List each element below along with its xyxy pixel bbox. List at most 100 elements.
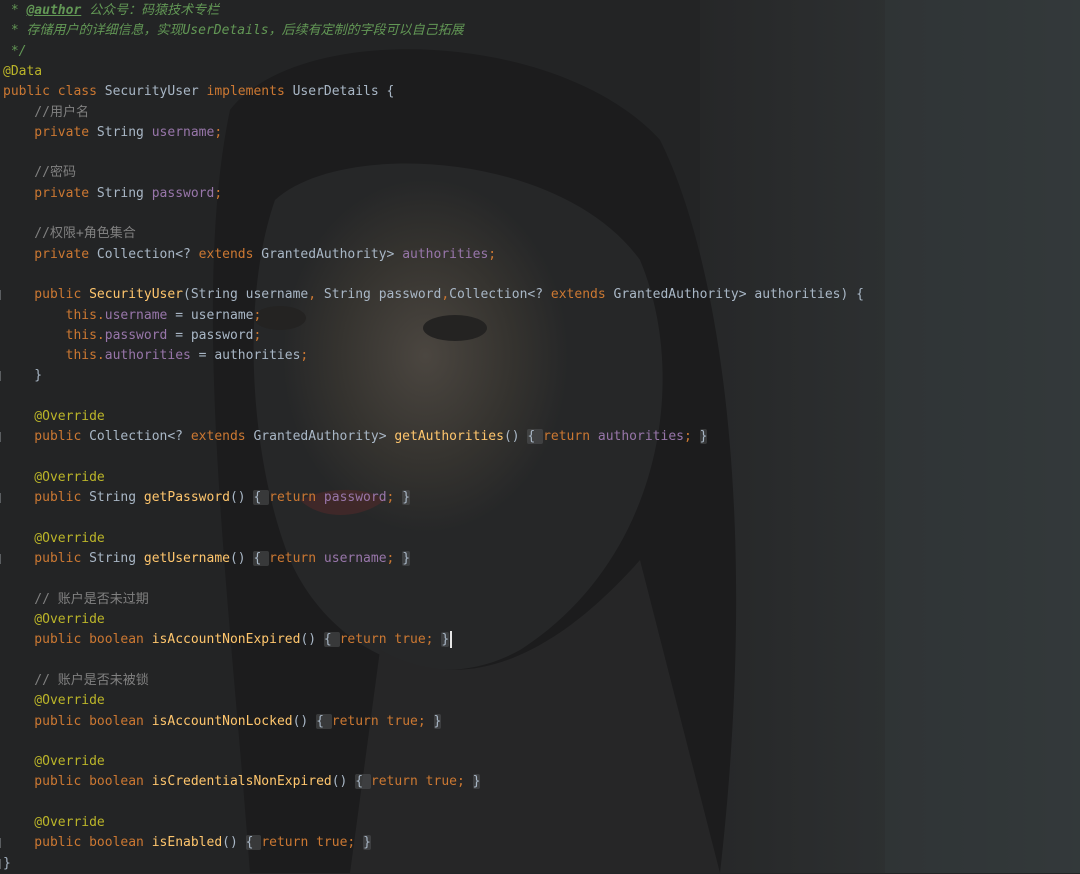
code-line[interactable]: private String username; bbox=[3, 123, 222, 143]
fold-marker[interactable] bbox=[0, 493, 4, 504]
code-line[interactable]: } bbox=[0, 366, 43, 386]
code-token: Collection<? bbox=[449, 287, 551, 303]
code-token: isCredentialsNonExpired bbox=[151, 774, 332, 790]
code-line[interactable]: @Override bbox=[3, 529, 104, 549]
code-token: * bbox=[3, 3, 27, 18]
code-token: username bbox=[104, 307, 168, 323]
code-token: () bbox=[222, 835, 246, 851]
code-line[interactable]: public Collection<? extends GrantedAutho… bbox=[0, 427, 708, 447]
code-token: () bbox=[331, 774, 356, 790]
code-token: return true; bbox=[331, 713, 434, 729]
code-token: ; bbox=[214, 124, 223, 140]
code-token: public boolean bbox=[3, 713, 152, 729]
code-token: (String username bbox=[183, 287, 309, 303]
code-editor[interactable]: * @author 公众号：码猿技术专栏 * 存储用户的详细信息，实现UserD… bbox=[0, 0, 1080, 873]
code-token: () bbox=[503, 429, 528, 445]
code-token: //用户名 bbox=[3, 104, 89, 120]
code-line[interactable]: // 账户是否未被锁 bbox=[3, 671, 149, 691]
code-token: String bbox=[96, 185, 152, 201]
code-token: extends bbox=[190, 429, 254, 445]
code-token: getUsername bbox=[143, 551, 230, 567]
code-token: { bbox=[316, 713, 332, 729]
code-line[interactable]: @Data bbox=[3, 62, 42, 82]
code-line[interactable]: public boolean isAccountNonLocked() { re… bbox=[3, 712, 442, 732]
code-token: this. bbox=[3, 307, 105, 323]
code-token: public boolean bbox=[3, 632, 152, 648]
code-token: ; bbox=[300, 348, 309, 364]
code-token: extends bbox=[550, 287, 614, 303]
code-line[interactable]: public class SecurityUser implements Use… bbox=[3, 82, 394, 102]
code-line[interactable]: public boolean isCredentialsNonExpired()… bbox=[3, 772, 481, 792]
code-line[interactable]: private String password; bbox=[3, 184, 222, 204]
code-token: * 存储用户的详细信息，实现UserDetails，后续有定制的字段可以自己拓展 bbox=[3, 23, 464, 39]
code-line[interactable]: this.password = password; bbox=[3, 326, 262, 346]
code-token: public class bbox=[3, 84, 105, 100]
code-token: } bbox=[3, 368, 43, 384]
code-line[interactable]: @Override bbox=[3, 610, 104, 630]
text-caret bbox=[450, 631, 452, 649]
code-line[interactable]: */ bbox=[3, 42, 27, 62]
code-token: return bbox=[269, 551, 324, 567]
code-token: extends bbox=[198, 246, 262, 262]
code-token: } bbox=[3, 855, 11, 871]
code-line[interactable]: this.username = username; bbox=[3, 306, 262, 326]
code-line[interactable]: @Override bbox=[3, 813, 104, 833]
code-token: = authorities bbox=[190, 348, 301, 364]
code-line[interactable]: public String getUsername() { return use… bbox=[0, 549, 411, 569]
code-line[interactable]: private Collection<? extends GrantedAuth… bbox=[3, 245, 496, 265]
code-line[interactable]: this.authorities = authorities; bbox=[3, 346, 309, 366]
code-token: { bbox=[527, 429, 544, 445]
code-token: @Override bbox=[3, 409, 105, 424]
code-token: GrantedAuthority> bbox=[253, 429, 395, 445]
code-line[interactable]: public String getPassword() { return pas… bbox=[0, 488, 411, 508]
code-token: @Override bbox=[3, 693, 105, 709]
code-token: isEnabled bbox=[151, 835, 223, 851]
code-token: () bbox=[229, 551, 254, 567]
code-line[interactable]: //用户名 bbox=[3, 103, 89, 123]
code-line[interactable]: // 账户是否未过期 bbox=[3, 590, 149, 610]
code-token: } bbox=[402, 490, 411, 506]
code-token: } bbox=[472, 774, 481, 790]
code-token: String bbox=[89, 551, 144, 567]
code-line[interactable]: @Override bbox=[3, 752, 104, 772]
code-line[interactable]: public boolean isEnabled() { return true… bbox=[0, 833, 371, 853]
code-token: @Data bbox=[3, 63, 43, 79]
code-token: implements bbox=[206, 84, 293, 100]
code-line[interactable]: * 存储用户的详细信息，实现UserDetails，后续有定制的字段可以自己拓展 bbox=[3, 21, 464, 41]
code-line[interactable]: //权限+角色集合 bbox=[3, 224, 136, 244]
code-token: Collection<? bbox=[96, 246, 199, 262]
code-token: 公众号：码猿技术专栏 bbox=[81, 3, 220, 18]
code-line[interactable]: public SecurityUser(String username, Str… bbox=[0, 285, 864, 305]
fold-marker[interactable] bbox=[0, 371, 4, 382]
code-token: @author bbox=[26, 3, 82, 18]
code-token: = password bbox=[167, 327, 254, 343]
code-token: ; bbox=[253, 307, 262, 323]
fold-marker[interactable] bbox=[0, 554, 4, 565]
code-token: return true; bbox=[339, 632, 442, 648]
code-line[interactable]: } bbox=[0, 854, 11, 874]
code-token: public bbox=[3, 490, 90, 506]
code-line[interactable]: * @author 公众号：码猿技术专栏 bbox=[3, 1, 219, 21]
code-line[interactable]: //密码 bbox=[3, 163, 76, 183]
code-line[interactable]: @Override bbox=[3, 468, 104, 488]
code-token: ; bbox=[214, 185, 223, 201]
code-token: } bbox=[441, 632, 450, 648]
code-token: , bbox=[441, 287, 450, 303]
code-token: return true; bbox=[370, 774, 473, 790]
code-token: //密码 bbox=[3, 165, 76, 181]
fold-marker[interactable] bbox=[0, 432, 4, 443]
code-token: ; bbox=[253, 327, 262, 343]
code-token: Collection<? bbox=[89, 429, 191, 445]
code-token: private bbox=[3, 124, 97, 140]
code-token: ; bbox=[488, 246, 497, 262]
fold-marker[interactable] bbox=[0, 290, 4, 301]
code-token: return bbox=[543, 429, 598, 445]
code-token: SecurityUser bbox=[89, 287, 184, 303]
code-line[interactable]: @Override bbox=[3, 407, 105, 427]
code-line[interactable]: @Override bbox=[3, 691, 105, 711]
fold-marker[interactable] bbox=[0, 838, 4, 849]
code-line[interactable]: public boolean isAccountNonExpired() { r… bbox=[3, 630, 452, 650]
code-token: getAuthorities bbox=[394, 429, 504, 445]
code-token: authorities bbox=[597, 429, 684, 445]
fold-marker[interactable] bbox=[0, 858, 4, 869]
